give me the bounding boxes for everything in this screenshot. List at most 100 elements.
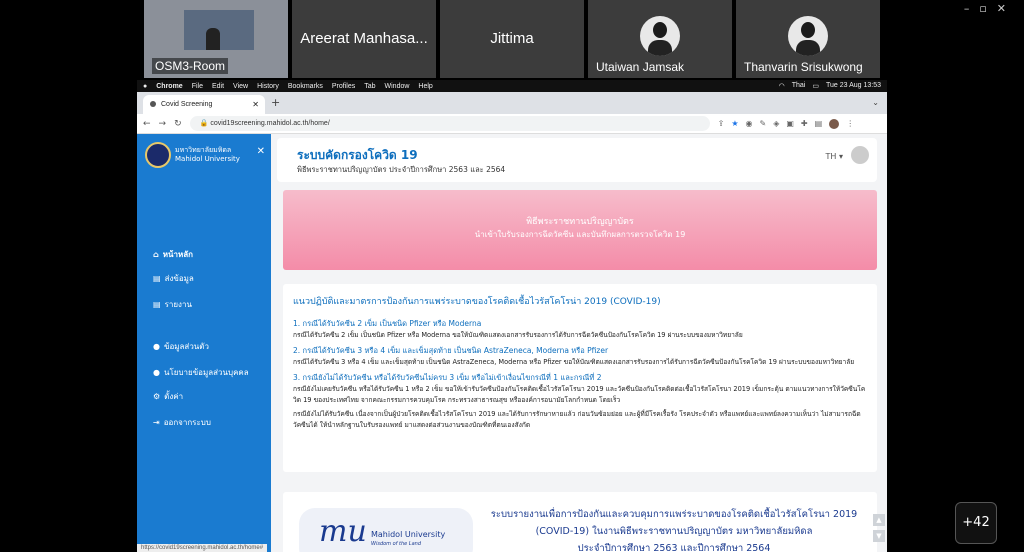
web-app: มหาวิทยาลัยมหิดล Mahidol University ✕ ⌂ ห… — [137, 134, 887, 552]
extension-icon[interactable]: ◈ — [773, 119, 779, 129]
menu-history[interactable]: History — [257, 83, 279, 90]
window-controls[interactable]: –▫✕ — [964, 2, 1016, 15]
close-sidebar-icon[interactable]: ✕ — [257, 146, 265, 157]
logo-name: Mahidol University — [371, 530, 446, 539]
menu-tab[interactable]: Tab — [364, 83, 375, 90]
input-language[interactable]: Thai — [792, 82, 806, 90]
apple-icon[interactable]: ● — [143, 83, 147, 90]
file-icon: ▤ — [153, 300, 161, 309]
case-title: 2. กรณีได้รับวัคซีน 3 หรือ 4 เข็ม และเข็… — [293, 346, 609, 355]
new-tab-icon[interactable]: + — [271, 96, 280, 109]
profile-avatar[interactable] — [829, 118, 840, 129]
wifi-icon[interactable]: ◠ — [779, 82, 785, 90]
case-title: 1. กรณีได้รับวัคซีน 2 เข็ม เป็นชนิด Pfiz… — [293, 319, 482, 328]
sidebar-item-report[interactable]: ▤ รายงาน — [153, 298, 192, 311]
banner-subtitle: นำเข้าใบรับรองการฉีดวัคซีน และบันทึกผลกา… — [474, 230, 686, 239]
mahidol-logo: mu Mahidol University Wisdom of the Land — [299, 508, 473, 552]
case-body: กรณียังไม่ได้รับวัคซีน เนื่องจากเป็นผู้ป… — [293, 410, 861, 429]
mu-monogram: mu — [319, 514, 367, 549]
sidebar-item-label: ออกจากระบบ — [163, 418, 211, 427]
sidebar-item-label: ตั้งค่า — [164, 392, 184, 401]
url-text: covid19screening.mahidol.ac.th/home/ — [210, 120, 330, 127]
extension-icon[interactable]: ▣ — [786, 119, 794, 129]
menu-chrome[interactable]: Chrome — [156, 83, 182, 90]
menu-edit[interactable]: Edit — [212, 83, 224, 90]
user-avatar[interactable] — [851, 146, 869, 164]
logout-icon: ⇥ — [153, 418, 160, 427]
sidebar-item-label: ส่งข้อมูล — [164, 274, 194, 283]
participant-tile-4[interactable]: Utaiwan Jamsak — [588, 0, 732, 78]
menu-help[interactable]: Help — [418, 83, 432, 90]
scroll-up-icon[interactable]: ▲ — [873, 514, 885, 526]
footer-text: ระบบรายงานเพื่อการป้องกันและควบคุมการแพร… — [483, 506, 865, 552]
tab-strip: Covid Screening ✕ + ⌄ — [137, 92, 887, 114]
browser-tab[interactable]: Covid Screening ✕ — [143, 95, 265, 114]
participant-tile-5[interactable]: Thanvarin Srisukwong — [736, 0, 880, 78]
battery-icon[interactable]: ▭ — [812, 82, 819, 90]
page-subtitle: พิธีพระราชทานปริญญาบัตร ประจำปีการศึกษา … — [297, 165, 506, 174]
kebab-menu-icon[interactable]: ⋮ — [846, 119, 854, 129]
puzzle-icon[interactable]: ✚ — [801, 119, 808, 129]
participant-name: Thanvarin Srisukwong — [744, 60, 863, 74]
chevron-down-icon[interactable]: ⌄ — [872, 98, 879, 107]
guidelines-card: แนวปฏิบัติและมาตรการป้องกันการแพร่ระบาดข… — [283, 284, 877, 472]
mac-menu-bar: ● Chrome File Edit View History Bookmark… — [137, 80, 887, 92]
status-url: https://covid19screening.mahidol.ac.th/h… — [137, 544, 268, 552]
participant-name: Utaiwan Jamsak — [596, 60, 685, 74]
sidebar-item-profile[interactable]: ● ข้อมูลส่วนตัว — [153, 340, 209, 353]
sidebar-brand: มหาวิทยาลัยมหิดล Mahidol University — [175, 146, 240, 164]
university-logo — [145, 142, 171, 168]
menu-profiles[interactable]: Profiles — [332, 83, 355, 90]
extension-icon[interactable]: ◉ — [746, 119, 753, 129]
sidebar-item-label: หน้าหลัก — [162, 250, 193, 259]
footer-card: mu Mahidol University Wisdom of the Land… — [283, 492, 877, 552]
sidebar-item-submit[interactable]: ▤ ส่งข้อมูล — [153, 272, 194, 285]
share-icon[interactable]: ⇪ — [718, 119, 725, 129]
case-body: กรณีได้รับวัคซีน 3 หรือ 4 เข็ม และเข็มสุ… — [293, 358, 855, 366]
participant-tile-1[interactable]: OSM3-Room — [144, 0, 288, 78]
scroll-down-icon[interactable]: ▼ — [873, 530, 885, 542]
brand-english: Mahidol University — [175, 155, 240, 163]
sidebar-item-label: ข้อมูลส่วนตัว — [163, 342, 209, 351]
logo-tagline: Wisdom of the Land — [371, 541, 422, 547]
banner-title: พิธีพระราชทานปริญญาบัตร — [526, 217, 634, 227]
browser-window: Covid Screening ✕ + ⌄ ← → ↻ 🔒 covid19scr… — [137, 92, 887, 552]
participant-name: OSM3-Room — [152, 58, 229, 74]
participant-tile-3[interactable]: Jittima — [440, 0, 584, 78]
menu-window[interactable]: Window — [385, 83, 410, 90]
back-icon[interactable]: ← — [143, 119, 151, 129]
participant-tile-2[interactable]: Areerat Manhasa... — [292, 0, 436, 78]
sidebar-icon[interactable]: ▤ — [815, 119, 823, 129]
clock[interactable]: Tue 23 Aug 13:53 — [826, 82, 881, 90]
sidebar-item-label: นโยบายข้อมูลส่วนบุคคล — [163, 368, 249, 377]
close-tab-icon[interactable]: ✕ — [252, 100, 259, 109]
menu-view[interactable]: View — [233, 83, 248, 90]
menu-bookmarks[interactable]: Bookmarks — [288, 83, 323, 90]
page-title: ระบบคัดกรองโควิด 19 — [297, 148, 418, 162]
ceremony-banner[interactable]: พิธีพระราชทานปริญญาบัตร นำเข้าใบรับรองกา… — [283, 190, 877, 270]
scroll-buttons: ▲ ▼ — [873, 514, 885, 542]
sidebar-item-home[interactable]: ⌂ หน้าหลัก — [153, 248, 193, 261]
participant-name: Jittima — [490, 30, 534, 47]
guidelines-title: แนวปฏิบัติและมาตรการป้องกันการแพร่ระบาดข… — [293, 297, 661, 307]
sidebar-item-logout[interactable]: ⇥ ออกจากระบบ — [153, 416, 211, 429]
case-body: กรณีได้รับวัคซีน 2 เข็ม เป็นชนิด Pfizer … — [293, 331, 743, 339]
language-dropdown[interactable]: TH ▾ — [826, 152, 843, 161]
extension-icon[interactable]: ✎ — [760, 119, 767, 129]
home-icon: ⌂ — [153, 250, 159, 259]
user-shield-icon: ● — [153, 368, 160, 377]
forward-icon[interactable]: → — [159, 119, 167, 129]
footer-line: (COVID-19) ในงานพิธีพระราชทานปริญญาบัตร … — [535, 526, 813, 537]
sidebar-item-settings[interactable]: ⚙ ตั้งค่า — [153, 390, 183, 403]
sidebar-item-privacy[interactable]: ● นโยบายข้อมูลส่วนบุคคล — [153, 366, 249, 379]
more-participants-button[interactable]: +42 — [955, 502, 997, 544]
reload-icon[interactable]: ↻ — [174, 119, 182, 129]
case-title: 3. กรณียังไม่ได้รับวัคซีน หรือได้รับวัคซ… — [293, 373, 602, 382]
star-icon[interactable]: ★ — [731, 119, 738, 129]
menu-file[interactable]: File — [192, 83, 203, 90]
sidebar-item-label: รายงาน — [164, 300, 192, 309]
url-input[interactable]: 🔒 covid19screening.mahidol.ac.th/home/ — [189, 116, 710, 131]
extensions: ⇪ ★ ◉ ✎ ◈ ▣ ✚ ▤ ⋮ — [718, 118, 854, 129]
page-header: ระบบคัดกรองโควิด 19 พิธีพระราชทานปริญญาบ… — [277, 138, 877, 182]
participant-name: Areerat Manhasa... — [300, 30, 428, 47]
